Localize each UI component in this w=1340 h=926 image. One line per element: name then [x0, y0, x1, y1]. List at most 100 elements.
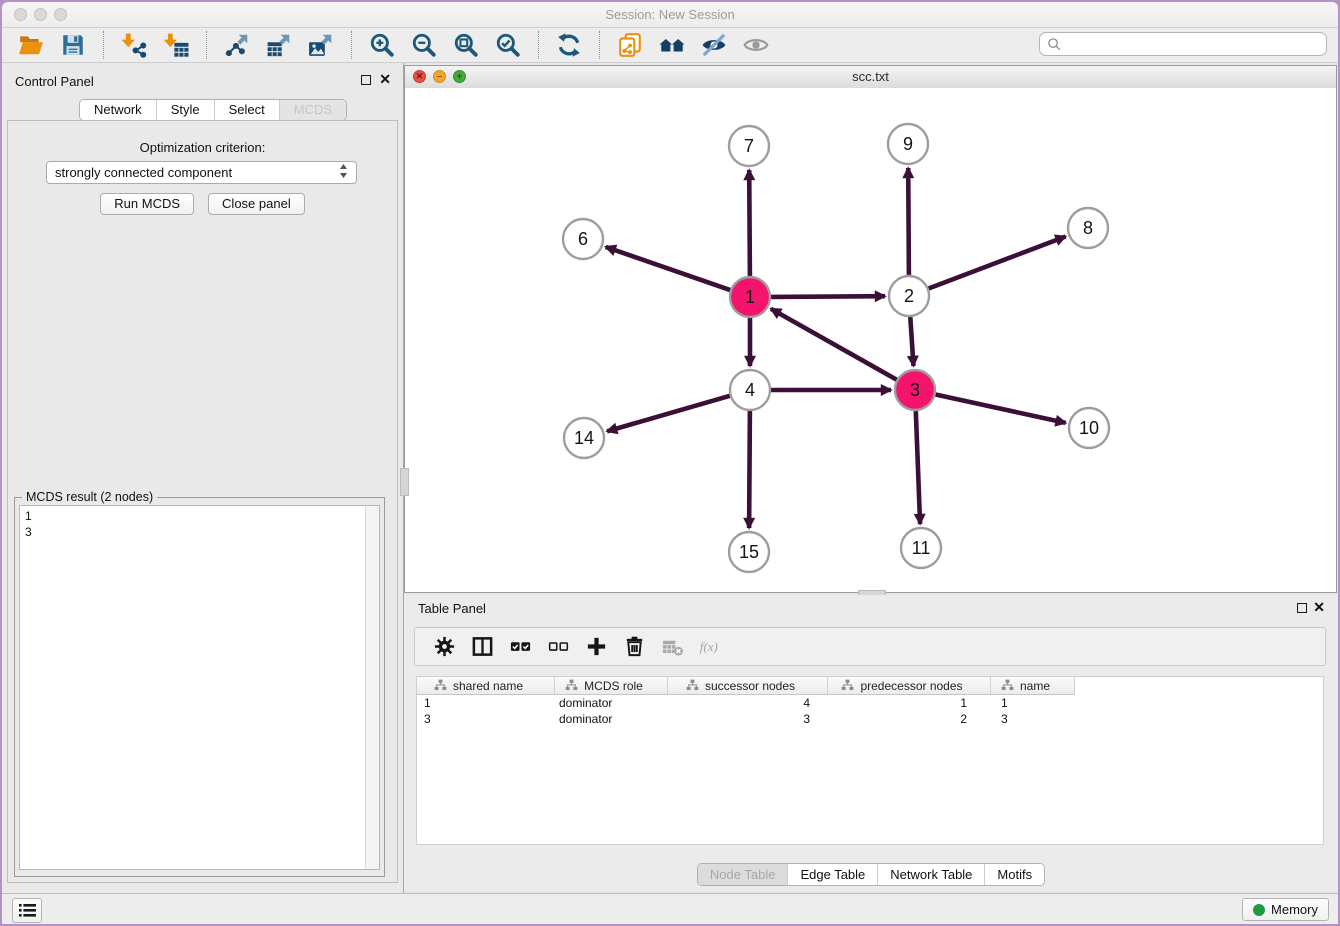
- export-image-icon[interactable]: [307, 31, 335, 59]
- edge-1-6[interactable]: [606, 247, 731, 290]
- graph-node-1[interactable]: 1: [730, 277, 770, 317]
- tab-network-table[interactable]: Network Table: [877, 864, 984, 885]
- edge-1-2[interactable]: [771, 296, 885, 297]
- criterion-select[interactable]: strongly connected component: [46, 161, 357, 184]
- graph-node-7[interactable]: 7: [729, 126, 769, 166]
- open-file-icon[interactable]: [17, 31, 45, 59]
- run-mcds-button[interactable]: Run MCDS: [100, 193, 194, 215]
- mcds-tab-content: Optimization criterion: strongly connect…: [7, 120, 398, 883]
- table-panel-title: Table Panel: [418, 601, 486, 616]
- tab-network[interactable]: Network: [80, 100, 156, 120]
- column-header-MCDS-role[interactable]: MCDS role: [555, 677, 668, 695]
- maximize-window-button[interactable]: [54, 8, 67, 21]
- search-input[interactable]: [1063, 34, 1326, 54]
- column-header-successor-nodes[interactable]: successor nodes: [668, 677, 828, 695]
- graph-node-9[interactable]: 9: [888, 124, 928, 164]
- save-session-icon[interactable]: [59, 31, 87, 59]
- graphics-details-icon[interactable]: [700, 31, 728, 59]
- refresh-icon[interactable]: [555, 31, 583, 59]
- table-float-panel-icon[interactable]: [1297, 603, 1307, 613]
- vertical-splitter-grip[interactable]: [400, 468, 409, 496]
- main-toolbar-strip: [10, 31, 777, 59]
- edge-3-11[interactable]: [916, 411, 920, 524]
- edge-2-8[interactable]: [929, 237, 1066, 289]
- network-minimize-button[interactable]: –: [433, 70, 446, 83]
- network-maximize-button[interactable]: +: [453, 70, 466, 83]
- tab-style[interactable]: Style: [156, 100, 214, 120]
- graph-node-10[interactable]: 10: [1069, 408, 1109, 448]
- graph-node-14[interactable]: 14: [564, 418, 604, 458]
- graph-node-6[interactable]: 6: [563, 219, 603, 259]
- graph-node-2[interactable]: 2: [889, 276, 929, 316]
- tab-motifs[interactable]: Motifs: [984, 864, 1044, 885]
- export-network-icon[interactable]: [223, 31, 251, 59]
- graph-node-3[interactable]: 3: [895, 370, 935, 410]
- task-history-button[interactable]: [12, 898, 42, 923]
- mcds-result-textarea[interactable]: 1 3: [19, 505, 380, 870]
- table-close-panel-icon[interactable]: ✕: [1313, 599, 1325, 615]
- criterion-select-value: strongly connected component: [55, 165, 232, 180]
- minimize-window-button[interactable]: [34, 8, 47, 21]
- table-row[interactable]: 1dominator411: [417, 695, 1323, 711]
- table-cell: 1: [828, 696, 991, 710]
- table-panel: Table Panel ✕ f(x) shared nameMCDS roles…: [404, 595, 1338, 890]
- edge-2-9[interactable]: [908, 168, 909, 275]
- network-window-titlebar[interactable]: ✕ – + scc.txt: [405, 66, 1336, 89]
- column-header-predecessor-nodes[interactable]: predecessor nodes: [828, 677, 991, 695]
- memory-indicator-icon: [1253, 904, 1265, 916]
- function-builder-icon: f(x): [697, 634, 723, 660]
- status-bar: Memory: [2, 893, 1338, 924]
- tab-select[interactable]: Select: [214, 100, 279, 120]
- graph-node-15[interactable]: 15: [729, 532, 769, 572]
- delete-column-icon[interactable]: [621, 634, 647, 660]
- close-window-button[interactable]: [14, 8, 27, 21]
- result-scrollbar[interactable]: [365, 506, 379, 869]
- toolbar-separator: [103, 31, 104, 59]
- tab-node-table[interactable]: Node Table: [698, 864, 788, 885]
- list-icon: [19, 903, 36, 918]
- network-canvas-svg[interactable]: 7 9 6 8 1 2 4 3 14 10 15 11: [405, 88, 1336, 592]
- edge-4-15[interactable]: [749, 411, 750, 528]
- column-header-shared-name[interactable]: shared name: [417, 677, 555, 695]
- edge-3-10[interactable]: [936, 395, 1066, 423]
- close-panel-icon[interactable]: ✕: [379, 71, 391, 87]
- edge-4-14[interactable]: [607, 396, 730, 432]
- export-table-icon[interactable]: [265, 31, 293, 59]
- memory-button[interactable]: Memory: [1242, 898, 1329, 921]
- main-toolbar: [2, 28, 1338, 63]
- table-cell: 3: [417, 712, 555, 726]
- svg-text:14: 14: [574, 428, 594, 448]
- graph-node-4[interactable]: 4: [730, 370, 770, 410]
- table-cell: 1: [991, 696, 1075, 710]
- table-cell: 2: [828, 712, 991, 726]
- table-row[interactable]: 3dominator323: [417, 711, 1323, 727]
- window-title: Session: New Session: [2, 2, 1338, 27]
- import-network-icon[interactable]: [120, 31, 148, 59]
- add-column-icon[interactable]: [583, 634, 609, 660]
- import-table-icon[interactable]: [162, 31, 190, 59]
- split-panel-icon[interactable]: [469, 634, 495, 660]
- column-header-name[interactable]: name: [991, 677, 1075, 695]
- zoom-in-icon[interactable]: [368, 31, 396, 59]
- zoom-selected-icon[interactable]: [494, 31, 522, 59]
- zoom-out-icon[interactable]: [410, 31, 438, 59]
- settings-gear-icon[interactable]: [431, 634, 457, 660]
- float-panel-icon[interactable]: [361, 75, 371, 85]
- edge-2-3[interactable]: [910, 317, 913, 366]
- network-canvas[interactable]: 7 9 6 8 1 2 4 3 14 10 15 11: [405, 88, 1336, 592]
- first-neighbors-icon[interactable]: [658, 31, 686, 59]
- edge-3-1[interactable]: [771, 309, 897, 380]
- graph-node-8[interactable]: 8: [1068, 208, 1108, 248]
- deselect-all-icon[interactable]: [545, 634, 571, 660]
- tab-edge-table[interactable]: Edge Table: [787, 864, 877, 885]
- clone-network-icon[interactable]: [616, 31, 644, 59]
- graph-node-11[interactable]: 11: [901, 528, 941, 568]
- select-all-icon[interactable]: [507, 634, 533, 660]
- table-cell: 1: [417, 696, 555, 710]
- edge-1-7[interactable]: [749, 170, 750, 276]
- network-close-button[interactable]: ✕: [413, 70, 426, 83]
- close-panel-button[interactable]: Close panel: [208, 193, 305, 215]
- tab-mcds[interactable]: MCDS: [279, 100, 346, 120]
- search-box[interactable]: [1039, 32, 1327, 56]
- zoom-fit-icon[interactable]: [452, 31, 480, 59]
